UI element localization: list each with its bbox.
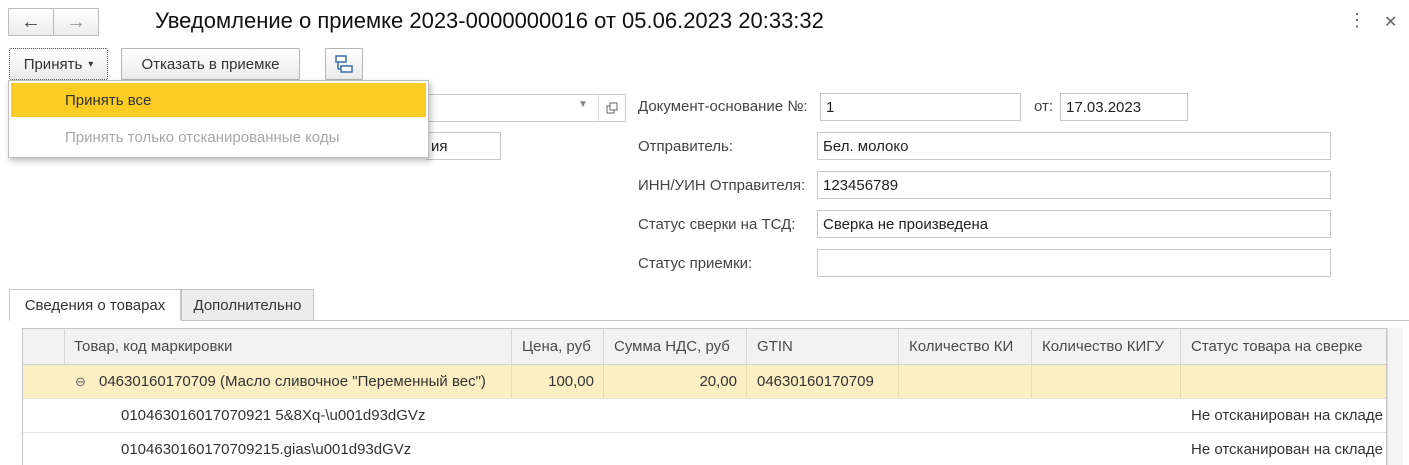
menu-item-accept-all[interactable]: Принять все <box>11 83 426 117</box>
goods-table[interactable]: Товар, код маркировки Цена, руб Сумма НД… <box>22 328 1387 465</box>
tab-additional[interactable]: Дополнительно <box>181 289 314 321</box>
cell-price: 100,00 <box>548 373 594 390</box>
reject-acceptance-button[interactable]: Отказать в приемке <box>121 48 300 80</box>
inn-input[interactable]: 123456789 <box>817 171 1331 199</box>
table-scrollbar[interactable] <box>1387 328 1403 465</box>
accept-label: Принять <box>23 55 83 73</box>
cell-qty-kigu <box>1042 433 1177 465</box>
cell-vat: 20,00 <box>699 373 737 390</box>
cell-qty-ki <box>909 399 1029 432</box>
cell-product: 0104630160170709215.gias\u001d93dGVz <box>121 441 412 458</box>
accept-dropdown-menu: Принять все Принять только отсканированн… <box>8 80 429 158</box>
cell-vat <box>604 399 747 432</box>
cell-gtin: 04630160170709 <box>757 373 874 390</box>
tab-goods-info[interactable]: Сведения о товарах <box>9 289 181 321</box>
cell-product: 010463016017070921 5&8Xq-\u001d93dGVz <box>121 407 426 424</box>
cell-qty-ki <box>909 365 1029 398</box>
cell-status <box>1191 365 1386 398</box>
tsd-status-input[interactable]: Сверка не произведена <box>817 210 1331 238</box>
column-header-qty-ki[interactable]: Количество КИ <box>899 329 1032 365</box>
accept-button[interactable]: Принять ▾ <box>9 48 108 80</box>
cell-status: Не отсканирован на складе <box>1191 441 1383 458</box>
organization-combo[interactable] <box>426 94 626 122</box>
chevron-down-icon[interactable]: ▼ <box>578 99 588 110</box>
collapse-icon[interactable]: ⊖ <box>75 365 86 398</box>
date-input[interactable]: 17.03.2023 <box>1060 93 1188 121</box>
close-icon[interactable]: ✕ <box>1384 12 1397 32</box>
window-title: Уведомление о приемке 2023-0000000016 от… <box>155 8 824 33</box>
cell-price <box>512 433 604 465</box>
cell-price <box>512 399 604 432</box>
table-row[interactable]: ⊖ 04630160170709 (Масло сливочное "Перем… <box>23 365 1386 399</box>
chevron-down-icon: ▾ <box>88 58 94 70</box>
doc-basis-input[interactable]: 1 <box>820 93 1021 121</box>
doc-basis-label: Документ-основание №: <box>638 98 808 115</box>
arrow-right-icon: → <box>66 10 86 33</box>
date-label: от: <box>1034 98 1054 115</box>
cell-qty-kigu <box>1042 399 1177 432</box>
column-header-status[interactable]: Статус товара на сверке <box>1181 329 1386 365</box>
more-actions-icon[interactable]: ⋮ <box>1348 10 1366 31</box>
tsd-status-label: Статус сверки на ТСД: <box>638 216 796 233</box>
table-header-marker <box>23 329 65 365</box>
column-header-vat[interactable]: Сумма НДС, руб <box>604 329 747 365</box>
accept-status-input[interactable] <box>817 249 1331 277</box>
column-header-product[interactable]: Товар, код маркировки <box>65 329 512 365</box>
cell-vat <box>604 433 747 465</box>
inn-label: ИНН/УИН Отправителя: <box>638 177 806 194</box>
sender-label: Отправитель: <box>638 138 733 155</box>
tab-divider <box>9 320 1409 321</box>
arrow-left-icon: ← <box>21 10 41 33</box>
sender-input[interactable]: Бел. молоко <box>817 132 1331 160</box>
table-row[interactable]: 010463016017070921 5&8Xq-\u001d93dGVz Не… <box>23 399 1386 433</box>
open-link-icon[interactable] <box>598 94 624 122</box>
column-header-price[interactable]: Цена, руб <box>512 329 604 365</box>
menu-item-accept-scanned: Принять только отсканированные коды <box>65 128 340 146</box>
cell-qty-ki <box>909 433 1029 465</box>
accept-status-label: Статус приемки: <box>638 255 753 272</box>
partial-field[interactable]: ия <box>426 132 501 160</box>
table-row[interactable]: 0104630160170709215.gias\u001d93dGVz Не … <box>23 433 1386 465</box>
forward-button[interactable]: → <box>53 8 99 36</box>
back-button[interactable]: ← <box>8 8 54 36</box>
column-header-gtin[interactable]: GTIN <box>747 329 899 365</box>
cell-qty-kigu <box>1042 365 1177 398</box>
cell-product: 04630160170709 (Масло сливочное "Перемен… <box>99 373 486 390</box>
reject-label: Отказать в приемке <box>141 55 280 73</box>
cell-gtin <box>757 399 897 432</box>
column-header-qty-kigu[interactable]: Количество КИГУ <box>1032 329 1181 365</box>
cell-gtin <box>757 433 897 465</box>
structure-icon <box>335 55 353 73</box>
structure-button[interactable] <box>325 48 363 80</box>
cell-status: Не отсканирован на складе <box>1191 407 1383 424</box>
